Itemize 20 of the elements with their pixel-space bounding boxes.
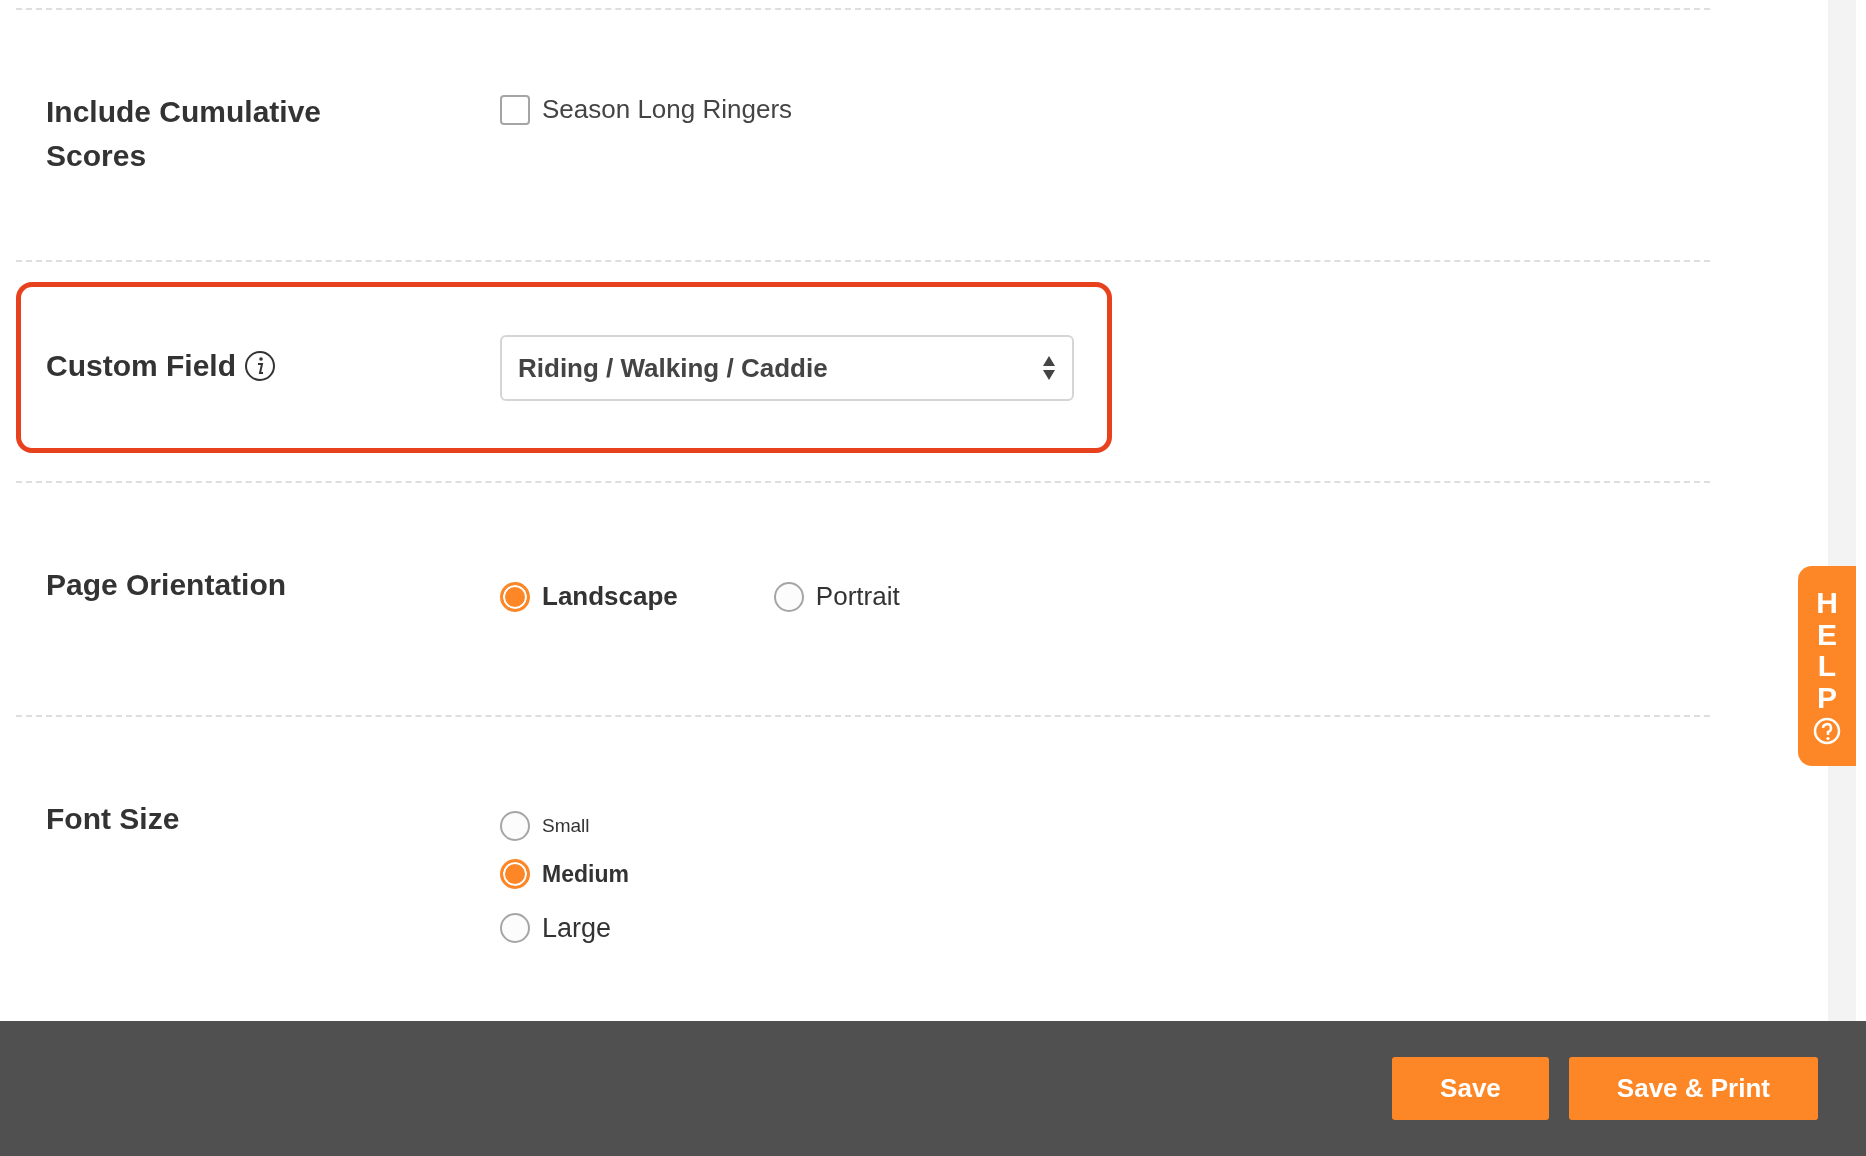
radio-option[interactable]: Landscape (500, 577, 678, 616)
question-icon (1813, 717, 1841, 745)
checkbox[interactable] (500, 94, 530, 125)
radio-option[interactable]: Large (500, 907, 629, 948)
info-icon[interactable] (244, 349, 276, 382)
section-label: Custom Field (46, 348, 236, 384)
radio-button[interactable] (773, 581, 804, 612)
radio-button[interactable] (500, 581, 530, 612)
radio-option[interactable]: Small (500, 811, 629, 841)
radio-button[interactable] (500, 912, 530, 943)
select-dropdown[interactable]: Riding / Walking / Caddie (500, 335, 1074, 401)
checkbox-option[interactable]: Season Long Ringers (500, 90, 793, 129)
section-label: Page Orientation (46, 567, 288, 603)
radio-button[interactable] (500, 859, 530, 890)
up-down-caret-icon (1042, 355, 1056, 381)
radio-button[interactable] (500, 811, 530, 841)
radio-option[interactable]: Portrait (773, 577, 900, 616)
section-label: Font Size (46, 801, 181, 837)
section-label: Include Cumulative Scores (46, 94, 323, 174)
radio-option[interactable]: Medium (500, 857, 629, 892)
